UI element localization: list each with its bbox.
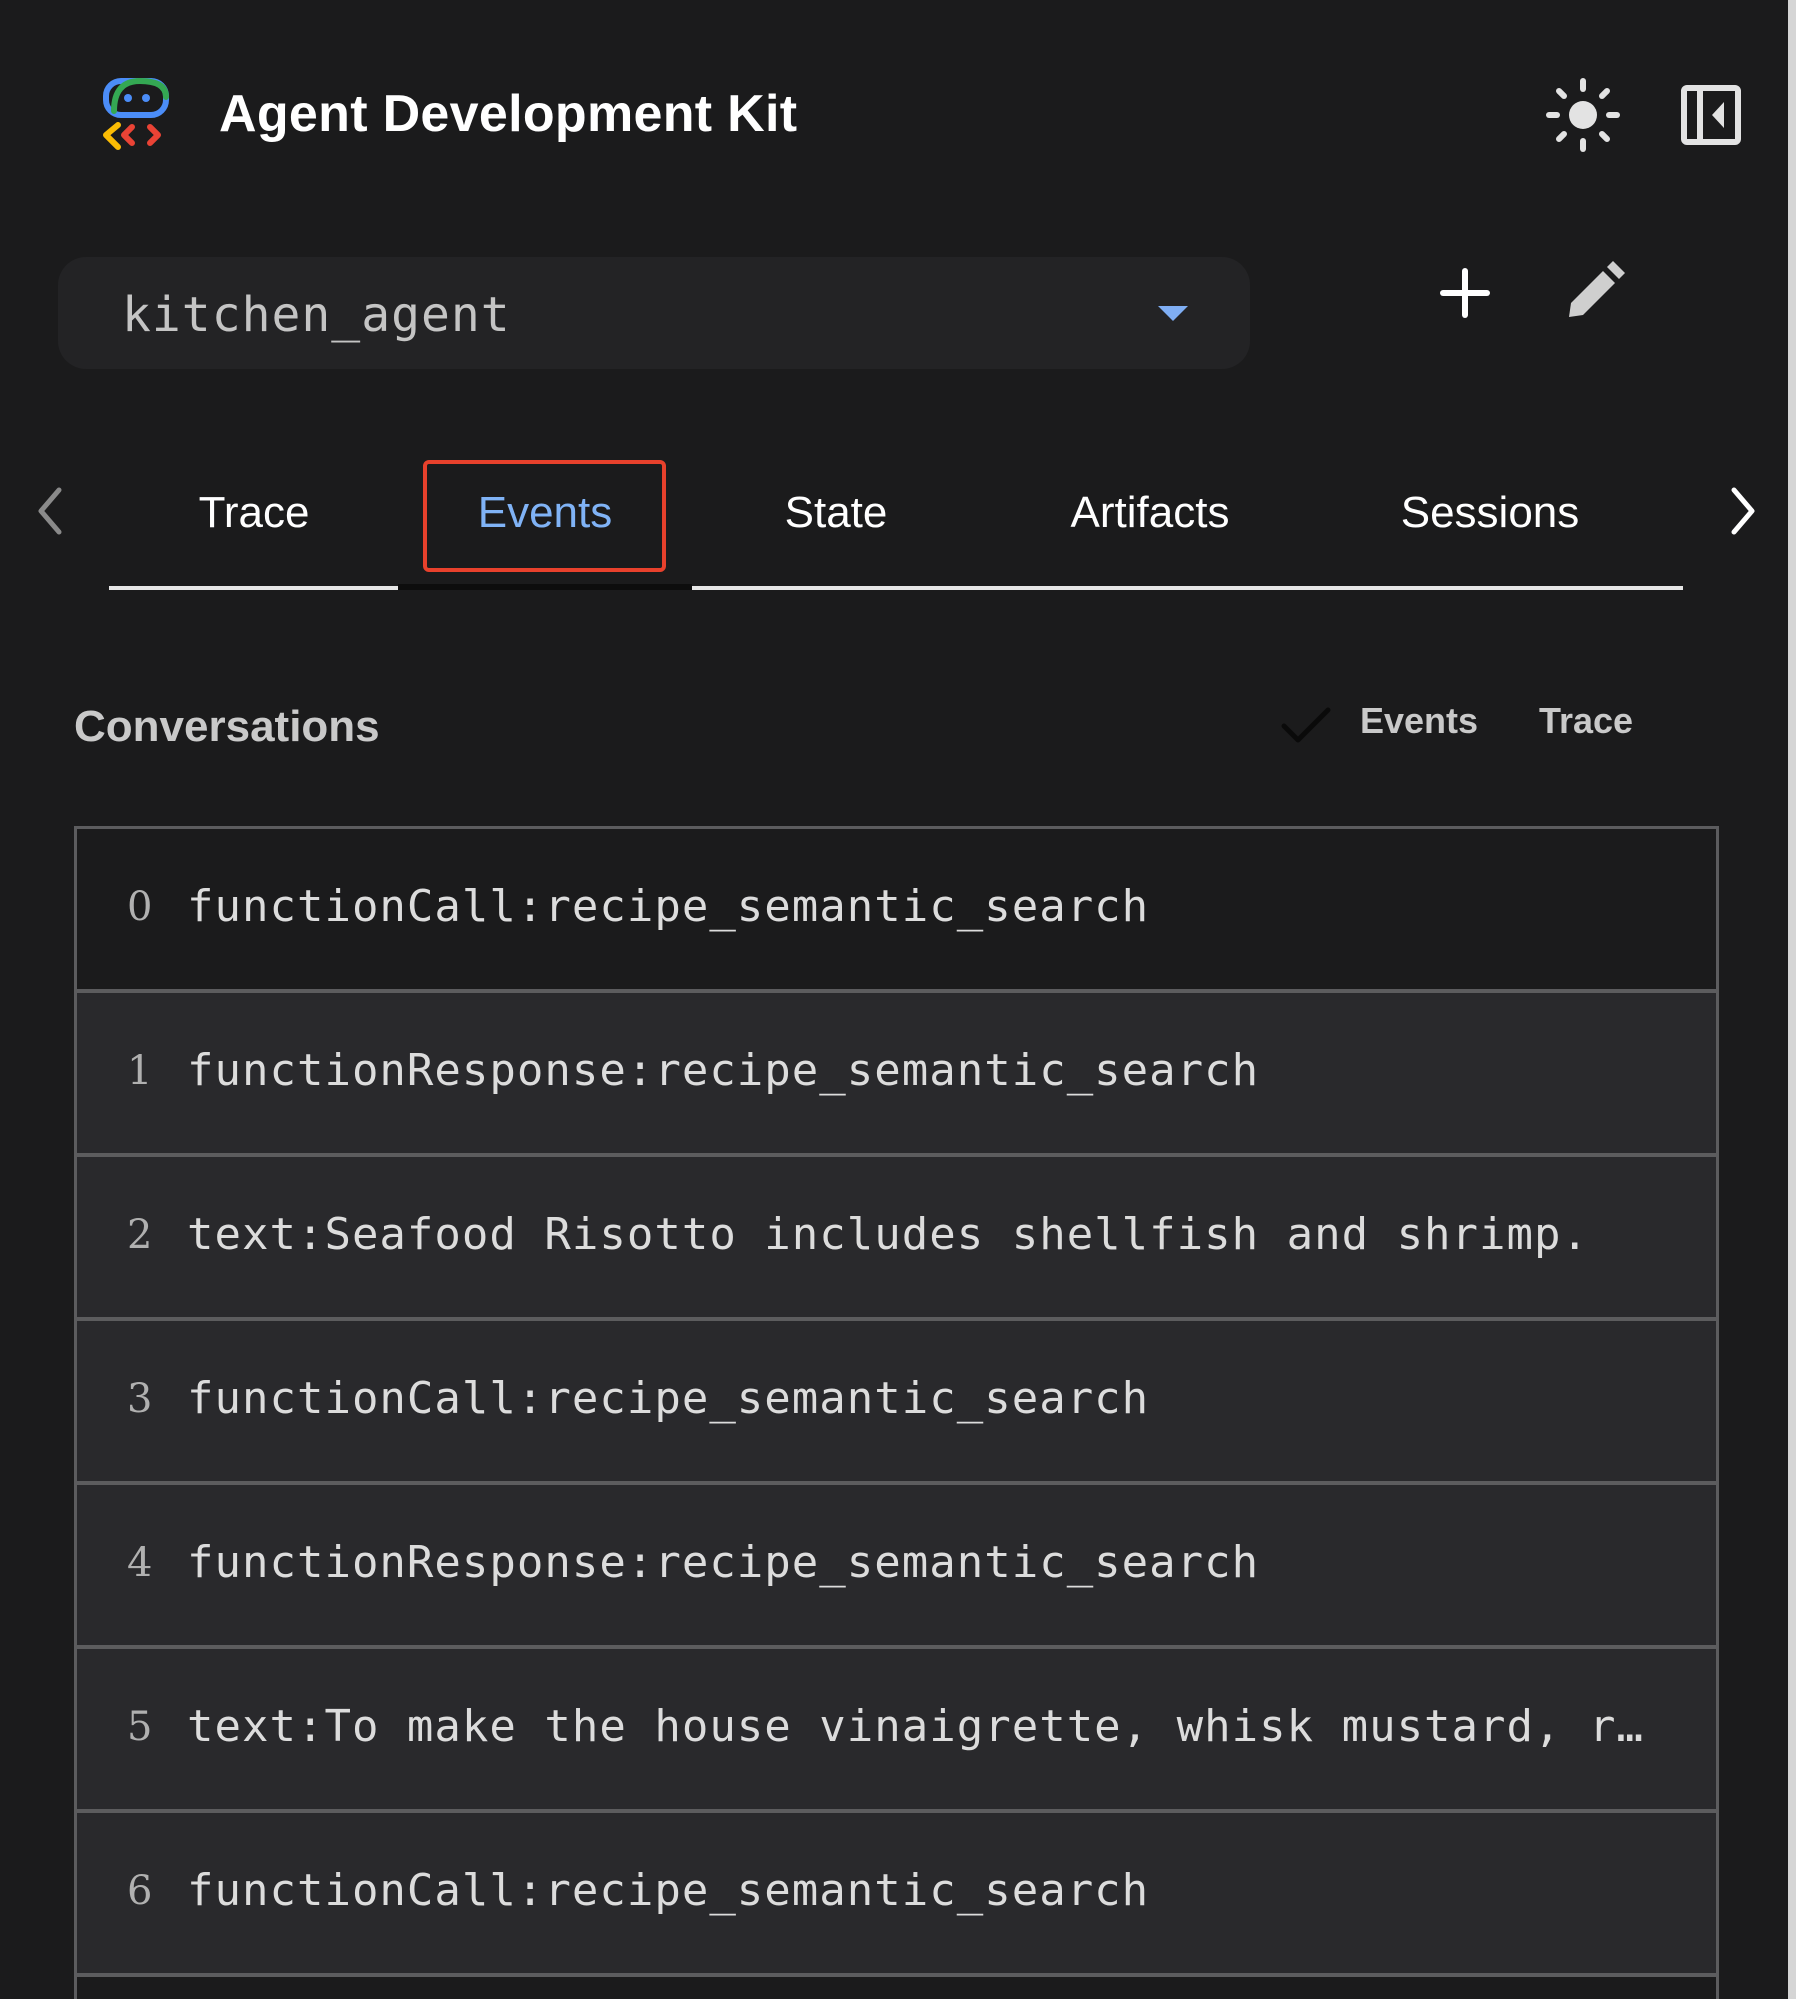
tab-artifacts[interactable]: Artifacts [1030,478,1270,548]
event-row[interactable]: 2 text:Seafood Risotto includes shellfis… [77,1157,1716,1321]
tab-state[interactable]: State [740,478,932,548]
new-session-button[interactable] [1420,250,1510,340]
view-toggle-events[interactable]: Events [1360,700,1478,742]
event-row[interactable]: 3 functionCall:recipe_semantic_search [77,1321,1716,1485]
chevron-left-icon [33,486,67,541]
event-text: text:Seafood Risotto includes shellfish … [187,1209,1590,1260]
event-index: 5 [127,1704,153,1750]
event-text: functionResponse:recipe_semantic_search [187,1537,1260,1588]
event-text: functionCall:recipe_semantic_search [187,1373,1150,1424]
tabs-scroll-left-button[interactable] [20,478,80,548]
collapse-panel-button[interactable] [1666,72,1756,162]
edit-agent-button[interactable] [1548,250,1638,340]
events-tab-highlight [423,460,666,572]
event-row[interactable]: 5 text:To make the house vinaigrette, wh… [77,1649,1716,1813]
active-tab-indicator [398,584,692,590]
tab-sessions[interactable]: Sessions [1370,478,1610,548]
adk-logo-icon [100,75,176,155]
tab-trace[interactable]: Trace [150,478,358,548]
sun-icon [1545,77,1621,158]
view-toggle-trace[interactable]: Trace [1539,700,1633,742]
tabs-underline [109,586,1683,590]
event-index: 1 [127,1048,153,1094]
app-title: Agent Development Kit [219,85,798,143]
event-row[interactable]: 6 functionCall:recipe_semantic_search [77,1813,1716,1977]
chevron-right-icon [1726,486,1760,541]
agent-select[interactable]: kitchen_agent [58,257,1250,369]
agent-select-value: kitchen_agent [122,287,511,343]
pencil-icon [1561,260,1625,330]
event-list: 0 functionCall:recipe_semantic_search 1 … [74,826,1719,1999]
event-text: text:To make the house vinaigrette, whis… [187,1701,1667,1752]
theme-toggle-button[interactable] [1538,72,1628,162]
event-index: 6 [127,1868,153,1914]
caret-down-icon [1158,306,1188,321]
window-edge [1788,0,1796,1999]
adk-side-panel: Agent Development Kit kitchen_agent Trac… [0,0,1796,1999]
event-row[interactable]: 1 functionResponse:recipe_semantic_searc… [77,993,1716,1157]
event-index: 2 [127,1212,153,1258]
event-row[interactable]: 4 functionResponse:recipe_semantic_searc… [77,1485,1716,1649]
event-text: functionResponse:recipe_semantic_search [187,1045,1260,1096]
event-index: 0 [127,884,153,930]
check-icon [1280,702,1332,750]
event-row[interactable]: 0 functionCall:recipe_semantic_search [77,829,1716,993]
plus-icon [1439,267,1491,324]
collapse-panel-icon [1680,84,1742,151]
tabs-scroll-right-button[interactable] [1713,478,1773,548]
event-index: 4 [127,1540,153,1586]
event-index: 3 [127,1376,153,1422]
event-text: functionCall:recipe_semantic_search [187,881,1150,932]
conversations-title: Conversations [74,702,380,751]
event-text: functionCall:recipe_semantic_search [187,1865,1150,1916]
